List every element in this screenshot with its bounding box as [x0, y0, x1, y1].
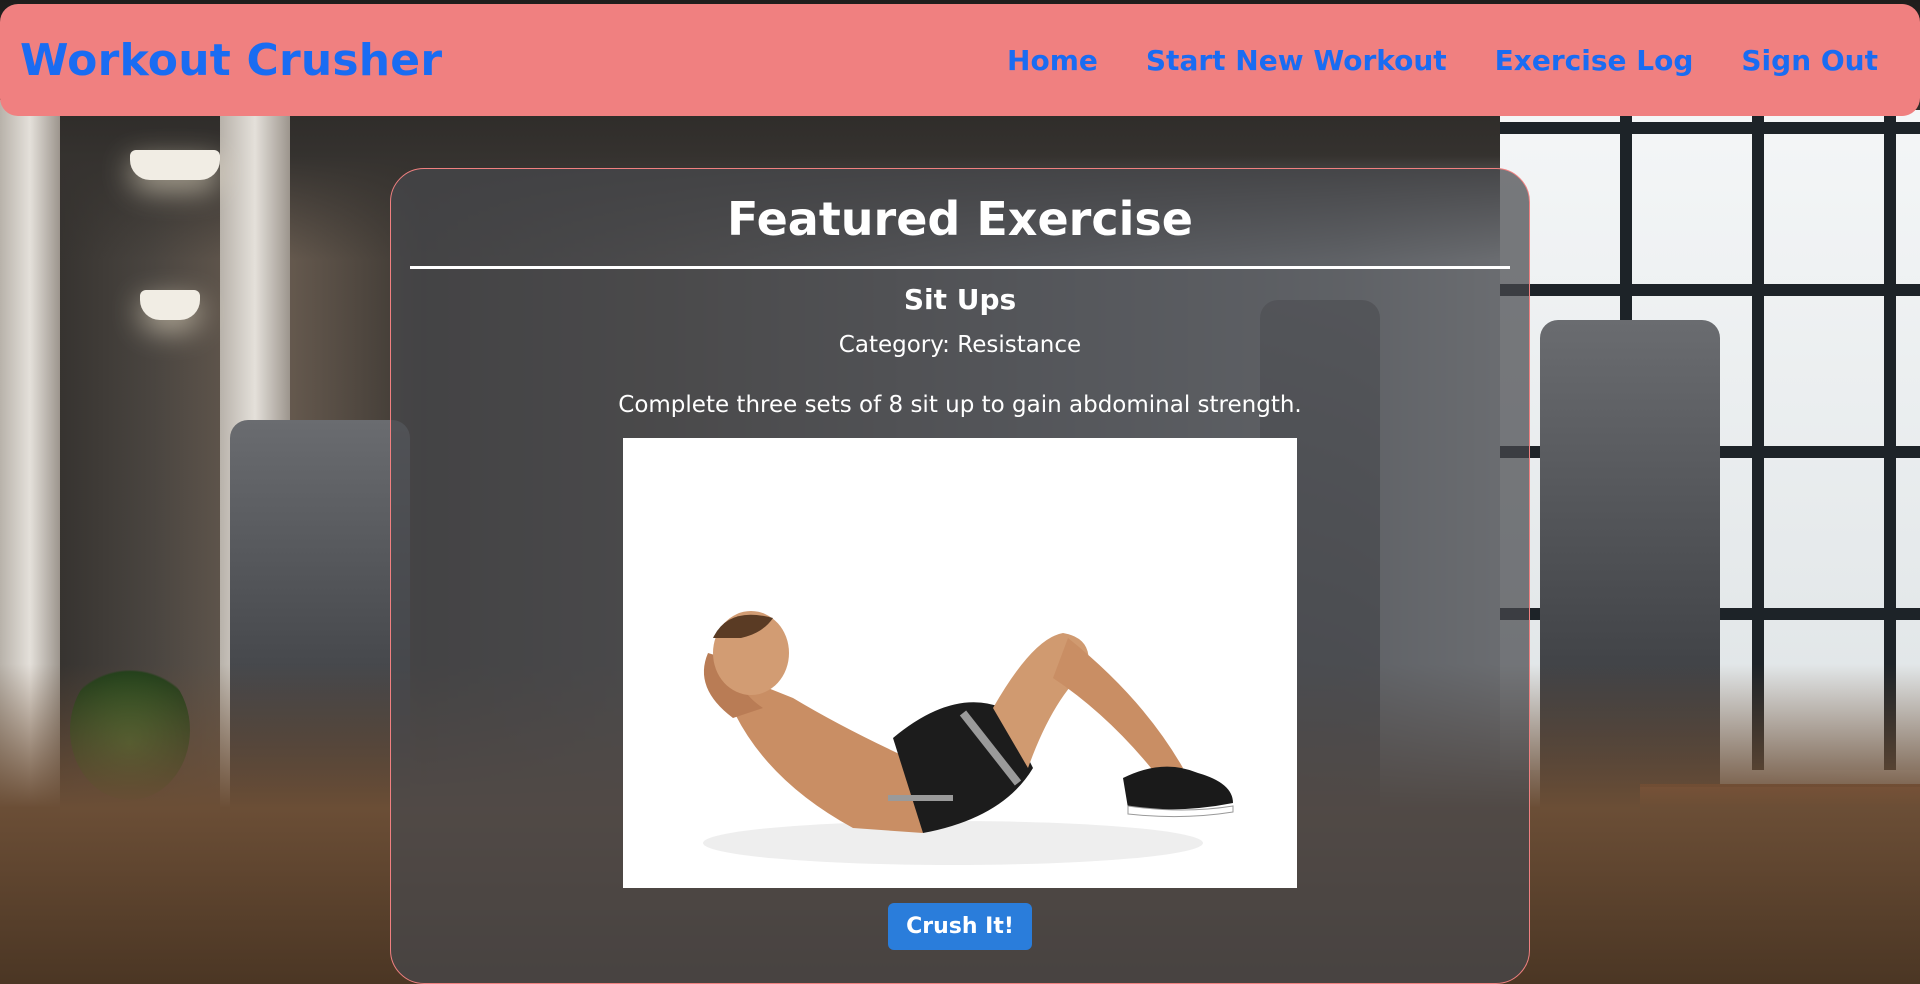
featured-exercise-card: Featured Exercise Sit Ups Category: Resi…: [390, 168, 1530, 984]
title-divider: [410, 265, 1510, 269]
crush-it-button[interactable]: Crush It!: [888, 902, 1032, 950]
nav-link-exercise-log[interactable]: Exercise Log: [1495, 44, 1694, 77]
nav-link-start-new-workout[interactable]: Start New Workout: [1146, 44, 1447, 77]
nav-links: Home Start New Workout Exercise Log Sign…: [1007, 44, 1878, 77]
top-navbar: Workout Crusher Home Start New Workout E…: [0, 4, 1920, 116]
exercise-description: Complete three sets of 8 sit up to gain …: [618, 391, 1302, 418]
exercise-image: [623, 437, 1297, 888]
nav-link-sign-out[interactable]: Sign Out: [1741, 44, 1878, 77]
card-title: Featured Exercise: [727, 192, 1193, 246]
sit-up-illustration: [703, 610, 1234, 865]
exercise-name: Sit Ups: [903, 282, 1017, 316]
brand-logo[interactable]: Workout Crusher: [20, 35, 442, 86]
nav-link-home[interactable]: Home: [1007, 44, 1098, 77]
exercise-category: Category: Resistance: [838, 331, 1082, 358]
